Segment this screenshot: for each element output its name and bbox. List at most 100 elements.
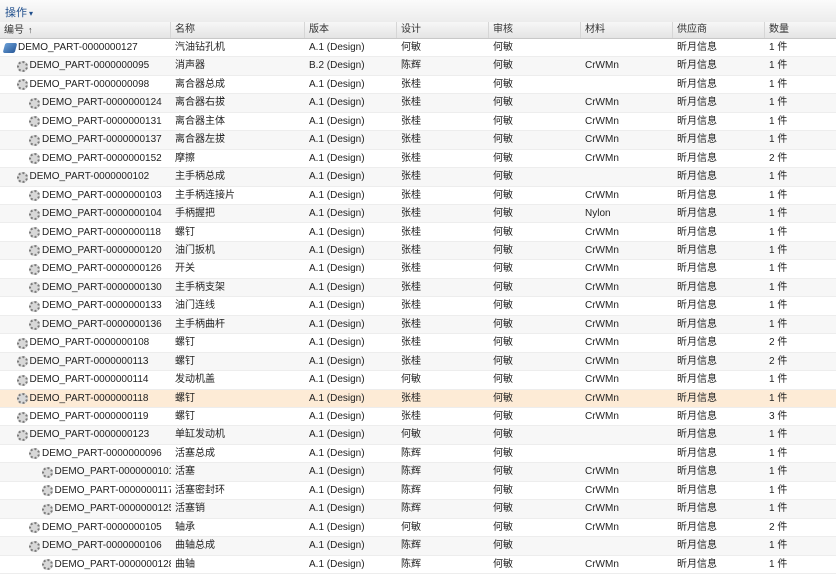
gear-icon[interactable] [29, 227, 40, 238]
column-header-design[interactable]: 设计 [397, 22, 489, 38]
table-row[interactable]: DEMO_PART-0000000123 单缸发动机 A.1 (Design) 何敏 何… [0, 426, 836, 445]
part-number-link[interactable]: DEMO_PART-0000000130 [42, 279, 162, 297]
gear-icon[interactable] [41, 485, 53, 497]
column-header-material[interactable]: 材料 [581, 22, 673, 38]
action-menu[interactable]: 操作 ▾ [5, 4, 33, 20]
part-number-link[interactable]: DEMO_PART-0000000104 [42, 205, 162, 223]
table-row[interactable]: DEMO_PART-0000000117 活塞密封环 A.1 (Design) 陈辉 何… [0, 482, 836, 501]
column-header-supplier[interactable]: 供应商 [673, 22, 765, 38]
part-number-link[interactable]: DEMO_PART-0000000152 [42, 150, 162, 168]
part-number-link[interactable]: DEMO_PART-0000000136 [42, 316, 162, 334]
gear-icon[interactable] [29, 153, 40, 165]
table-row[interactable]: DEMO_PART-0000000124 离合器右拔 A.1 (Design) 张桂 何… [0, 94, 836, 113]
table-row[interactable]: DEMO_PART-0000000095 消声器 B.2 (Design) 陈辉 何敏 C… [0, 57, 836, 76]
table-row[interactable]: DEMO_PART-0000000103 主手柄连接片 A.1 (Design) 张桂… [0, 187, 836, 206]
part-number-link[interactable]: DEMO_PART-0000000127 [18, 39, 138, 57]
table-row[interactable]: DEMO_PART-0000000118 螺钉 A.1 (Design) 张桂 何敏 Cr… [0, 224, 836, 242]
table-row[interactable]: DEMO_PART-0000000105 轴承 A.1 (Design) 何敏 何敏 Cr… [0, 519, 836, 538]
column-header-version[interactable]: 版本 [305, 22, 397, 38]
table-row[interactable]: DEMO_PART-0000000125 活塞销 A.1 (Design) 陈辉 何敏 C… [0, 500, 836, 519]
gear-icon[interactable] [29, 134, 40, 146]
part-number-link[interactable]: DEMO_PART-0000000133 [42, 297, 162, 315]
column-header-name[interactable]: 名称 [171, 22, 305, 38]
cell-number: DEMO_PART-0000000136 [0, 316, 171, 334]
part-number-link[interactable]: DEMO_PART-0000000120 [42, 242, 162, 260]
table-row[interactable]: DEMO_PART-0000000126 开关 A.1 (Design) 张桂 何敏 Cr… [0, 260, 836, 279]
part-number-link[interactable]: DEMO_PART-0000000125 [55, 500, 172, 518]
gear-icon[interactable] [16, 337, 28, 349]
gear-icon[interactable] [29, 116, 40, 128]
table-row[interactable]: DEMO_PART-0000000102 主手柄总成 A.1 (Design) 张桂 何… [0, 168, 836, 187]
gear-icon[interactable] [16, 60, 28, 72]
part-number-link[interactable]: DEMO_PART-0000000114 [30, 371, 149, 389]
part-number-link[interactable]: DEMO_PART-0000000096 [42, 445, 162, 463]
part-number-link[interactable]: DEMO_PART-0000000131 [42, 113, 162, 131]
table-row[interactable]: DEMO_PART-0000000131 离合器主体 A.1 (Design) 张桂 何… [0, 113, 836, 132]
gear-icon[interactable] [29, 245, 40, 257]
table-row[interactable]: DEMO_PART-0000000130 主手柄支架 A.1 (Design) 张桂 何… [0, 278, 836, 298]
table-row[interactable]: DEMO_PART-0000000118 螺钉 A.1 (Design) 张桂 何敏 Cr… [0, 389, 836, 408]
table-row[interactable]: DEMO_PART-0000000113 螺钉 A.1 (Design) 张桂 何敏 Cr… [0, 352, 836, 372]
part-number-link[interactable]: DEMO_PART-0000000108 [30, 334, 150, 352]
part-number-link[interactable]: DEMO_PART-0000000124 [42, 94, 162, 112]
gear-icon[interactable] [16, 429, 28, 441]
cell-material: CrWMn [585, 355, 619, 367]
table-row[interactable]: DEMO_PART-0000000133 油门连线 A.1 (Design) 张桂 何敏… [0, 297, 836, 316]
gear-icon[interactable] [29, 97, 40, 109]
part-number-link[interactable]: DEMO_PART-0000000118 [30, 390, 149, 408]
gear-icon[interactable] [16, 374, 28, 386]
part-number-link[interactable]: DEMO_PART-0000000117 [55, 482, 172, 500]
gear-icon[interactable] [29, 522, 40, 534]
part-number-link[interactable]: DEMO_PART-0000000126 [42, 260, 162, 278]
table-row[interactable]: DEMO_PART-0000000106 曲轴总成 A.1 (Design) 陈辉 何敏… [0, 537, 836, 556]
part-number-link[interactable]: DEMO_PART-0000000102 [30, 168, 150, 186]
table-row[interactable]: DEMO_PART-0000000101 活塞 A.1 (Design) 陈辉 何敏 Cr… [0, 463, 836, 482]
gear-icon[interactable] [29, 448, 40, 460]
gear-icon[interactable] [29, 300, 40, 312]
part-number-link[interactable]: DEMO_PART-0000000123 [30, 426, 150, 444]
part-number-link[interactable]: DEMO_PART-0000000119 [30, 408, 149, 426]
gear-icon[interactable] [29, 540, 40, 552]
part-number-link[interactable]: DEMO_PART-0000000105 [42, 519, 162, 537]
column-header-review[interactable]: 审核 [489, 22, 581, 38]
gear-icon[interactable] [29, 208, 40, 220]
part-number-link[interactable]: DEMO_PART-0000000118 [42, 224, 161, 242]
bom-table: DEMO_PART-0000000127 汽油钻孔机 A.1 (Design) 何敏何… [0, 39, 836, 575]
gear-icon[interactable] [16, 356, 28, 368]
gear-icon[interactable] [16, 79, 28, 91]
table-row[interactable]: DEMO_PART-0000000104 手柄握把 A.1 (Design) 张桂 何敏… [0, 205, 836, 224]
gear-icon[interactable] [16, 393, 28, 405]
cell-name: 油门连线 [175, 300, 215, 312]
table-row[interactable]: DEMO_PART-0000000120 油门扳机 A.1 (Design) 张桂 何敏… [0, 241, 836, 261]
table-row[interactable]: DEMO_PART-0000000114 发动机盖 A.1 (Design) 何敏 何敏… [0, 371, 836, 390]
gear-icon[interactable] [29, 282, 40, 294]
column-header-quantity[interactable]: 数量 [765, 22, 836, 38]
gear-icon[interactable] [41, 466, 53, 478]
gear-icon[interactable] [16, 171, 28, 183]
part-number-link[interactable]: DEMO_PART-0000000128 [55, 556, 172, 574]
table-row[interactable]: DEMO_PART-0000000096 活塞总成 A.1 (Design) 陈辉 何敏… [0, 445, 836, 464]
table-row[interactable]: DEMO_PART-0000000137 离合器左拔 A.1 (Design) 张桂 何… [0, 131, 836, 150]
table-row[interactable]: DEMO_PART-0000000119 螺钉 A.1 (Design) 张桂 何敏 Cr… [0, 408, 836, 427]
table-row[interactable]: DEMO_PART-0000000152 摩擦 A.1 (Design) 张桂 何敏 Cr… [0, 150, 836, 169]
table-row[interactable]: DEMO_PART-0000000098 离合器总成 A.1 (Design) 张桂 何… [0, 76, 836, 95]
part-number-link[interactable]: DEMO_PART-0000000101 [55, 463, 172, 481]
part-number-link[interactable]: DEMO_PART-0000000098 [30, 76, 150, 94]
gear-icon[interactable] [29, 263, 40, 275]
part-number-link[interactable]: DEMO_PART-0000000103 [42, 187, 162, 205]
gear-icon[interactable] [29, 190, 40, 202]
gear-icon[interactable] [16, 411, 28, 423]
part-number-link[interactable]: DEMO_PART-0000000095 [30, 57, 150, 75]
table-row[interactable]: DEMO_PART-0000000108 螺钉 A.1 (Design) 张桂 何敏 Cr… [0, 334, 836, 353]
column-header-number[interactable]: 编号 ↑ [0, 22, 171, 38]
table-row[interactable]: DEMO_PART-0000000136 主手柄曲杆 A.1 (Design) 张桂 何… [0, 315, 836, 335]
part-number-link[interactable]: DEMO_PART-0000000137 [42, 131, 162, 149]
gear-icon[interactable] [41, 503, 53, 515]
table-row[interactable]: DEMO_PART-0000000128 曲轴 A.1 (Design) 陈辉 何敏 Cr… [0, 556, 836, 575]
part-number-link[interactable]: DEMO_PART-0000000113 [30, 353, 149, 371]
table-row[interactable]: DEMO_PART-0000000127 汽油钻孔机 A.1 (Design) 何敏 何… [0, 39, 836, 58]
gear-icon[interactable] [41, 559, 53, 571]
gear-icon[interactable] [29, 319, 40, 331]
assembly-icon[interactable] [2, 43, 18, 53]
part-number-link[interactable]: DEMO_PART-0000000106 [42, 537, 162, 555]
